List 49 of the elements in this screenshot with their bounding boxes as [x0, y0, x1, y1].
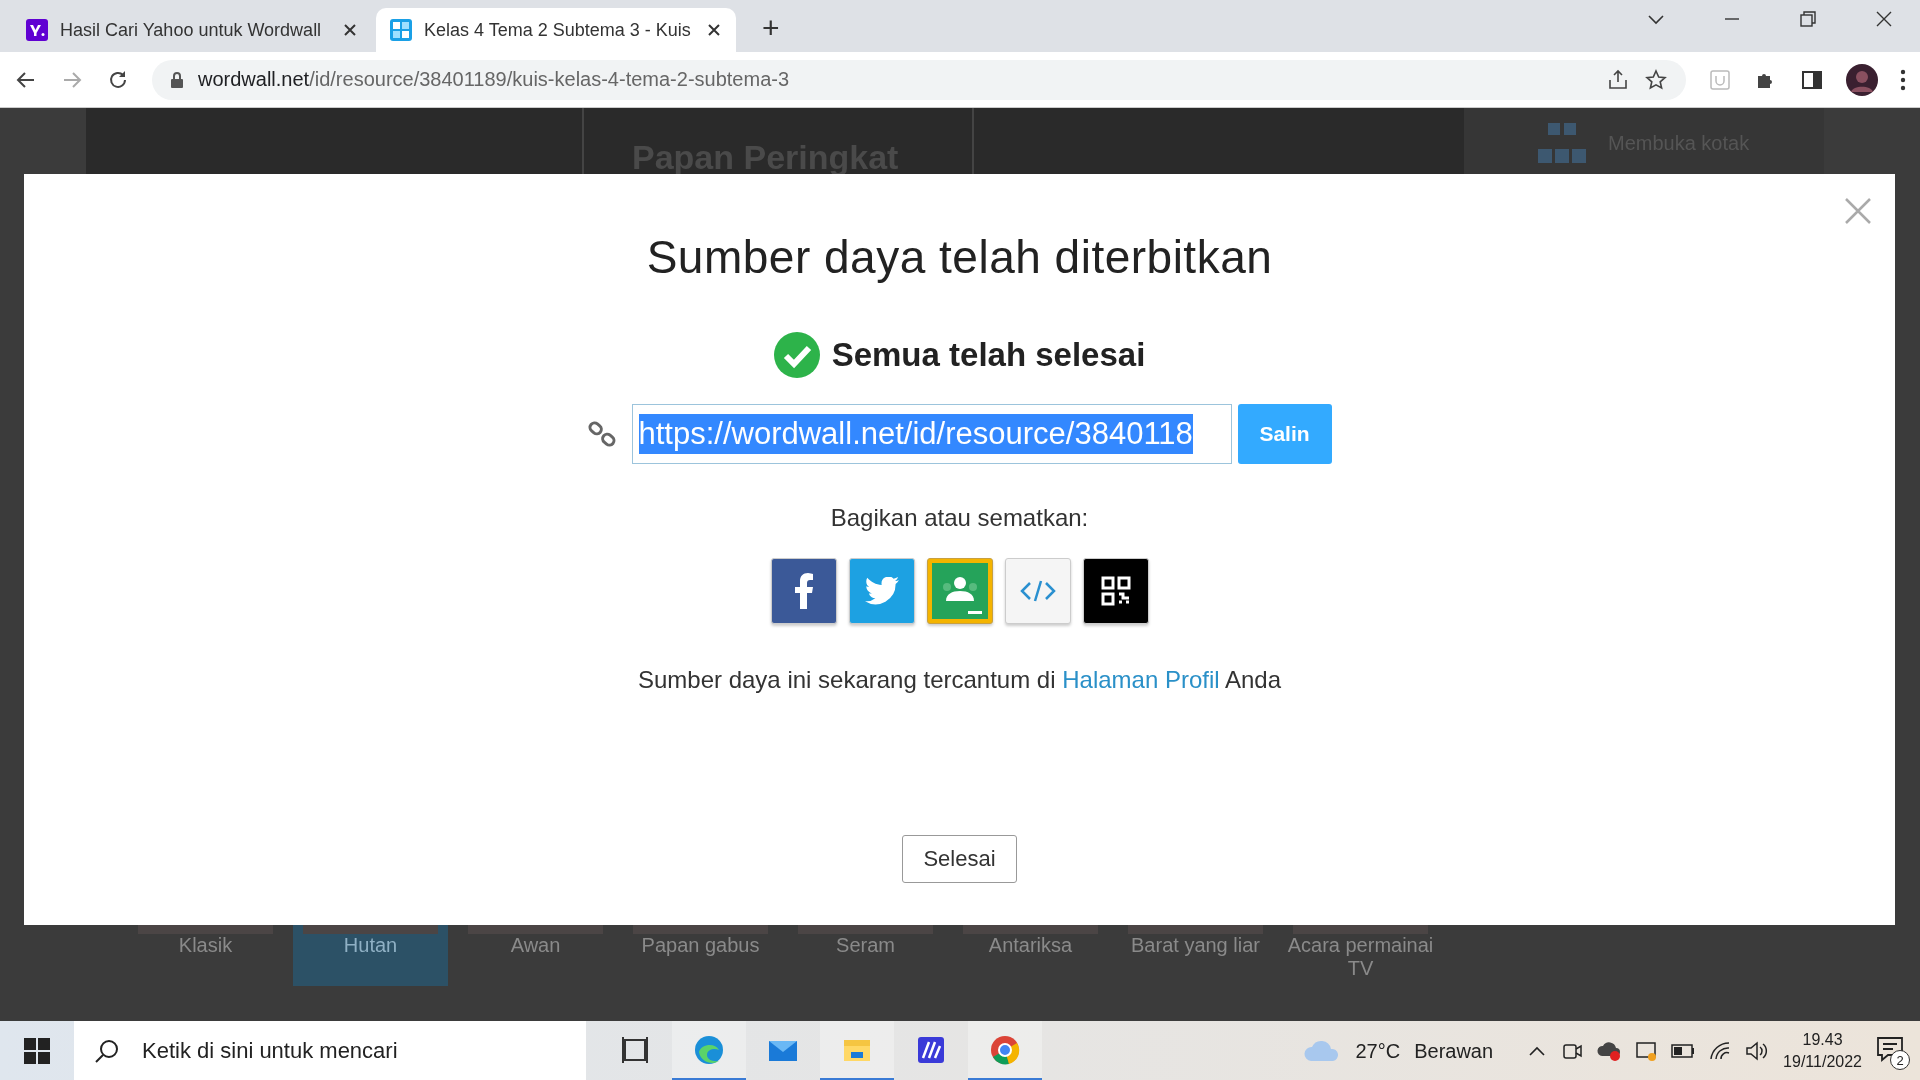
- code-icon: [1019, 579, 1056, 603]
- done-button[interactable]: Selesai: [902, 835, 1017, 883]
- menu-icon[interactable]: [1900, 67, 1906, 92]
- taskbar-search-field[interactable]: Ketik di sini untuk mencari: [74, 1021, 586, 1080]
- link-icon: [587, 420, 616, 448]
- chrome-icon: [989, 1033, 1021, 1066]
- monitor-icon[interactable]: [1635, 1040, 1658, 1062]
- edge-taskbar-button[interactable]: [672, 1021, 746, 1080]
- temperature-text: 27°C: [1355, 1039, 1401, 1063]
- new-tab-button[interactable]: +: [756, 10, 786, 46]
- profile-note: Sumber daya ini sekarang tercantum di Halaman Profil Anda: [637, 666, 1281, 694]
- clock[interactable]: 19.43 19/11/2022: [1783, 1029, 1862, 1073]
- facebook-icon: [793, 573, 814, 609]
- qr-code-icon: [1100, 576, 1131, 606]
- edge-icon: [693, 1033, 725, 1066]
- bird-icon: [864, 577, 899, 605]
- bookmark-star-icon[interactable]: [1644, 67, 1668, 92]
- cloud-error-icon[interactable]: [1597, 1040, 1622, 1062]
- close-tab-icon[interactable]: [342, 22, 358, 38]
- browser-tab[interactable]: Kelas 4 Tema 2 Subtema 3 - Kuis: [376, 8, 736, 52]
- facebook-button[interactable]: [770, 558, 837, 624]
- dialog-title: Sumber daya telah diterbitkan: [646, 230, 1273, 284]
- twitter-button[interactable]: [848, 558, 915, 624]
- embed-code-button[interactable]: [1004, 558, 1071, 624]
- profile-avatar[interactable]: [1846, 63, 1878, 96]
- yahoo-icon: [26, 19, 48, 41]
- check-icon: [773, 332, 820, 378]
- search-icon: [94, 1038, 120, 1064]
- battery-icon[interactable]: [1671, 1044, 1696, 1058]
- weather-text: Berawan: [1414, 1039, 1494, 1063]
- wordwall-icon: [390, 19, 412, 41]
- profile-link[interactable]: Halaman Profil: [1062, 666, 1220, 693]
- wifi-icon[interactable]: [1709, 1041, 1732, 1061]
- qr-code-button[interactable]: [1082, 558, 1149, 624]
- speaker-icon[interactable]: [1745, 1040, 1770, 1062]
- classroom-icon: [931, 563, 988, 619]
- chrome-taskbar-button[interactable]: [968, 1021, 1042, 1080]
- classroom-button[interactable]: [926, 558, 993, 624]
- share-icon[interactable]: [1606, 67, 1630, 92]
- address-bar[interactable]: wordwall.net/id/resource/38401189/kuis-kelas-4-tema-2-subtema-3: [152, 59, 1686, 100]
- link-field[interactable]: https://wordwall.net/id/resource/3840118: [631, 404, 1232, 464]
- close-tab-icon[interactable]: [706, 22, 722, 38]
- status-text: Semua telah selesai: [831, 336, 1146, 374]
- blocks-icon: [1536, 121, 1588, 165]
- copy-button[interactable]: Salin: [1237, 404, 1332, 464]
- lock-icon[interactable]: [170, 70, 184, 89]
- windows-start-icon[interactable]: [24, 1038, 50, 1064]
- share-label: Bagikan atau sematkan:: [830, 504, 1089, 532]
- explorer-taskbar-button[interactable]: [820, 1021, 894, 1080]
